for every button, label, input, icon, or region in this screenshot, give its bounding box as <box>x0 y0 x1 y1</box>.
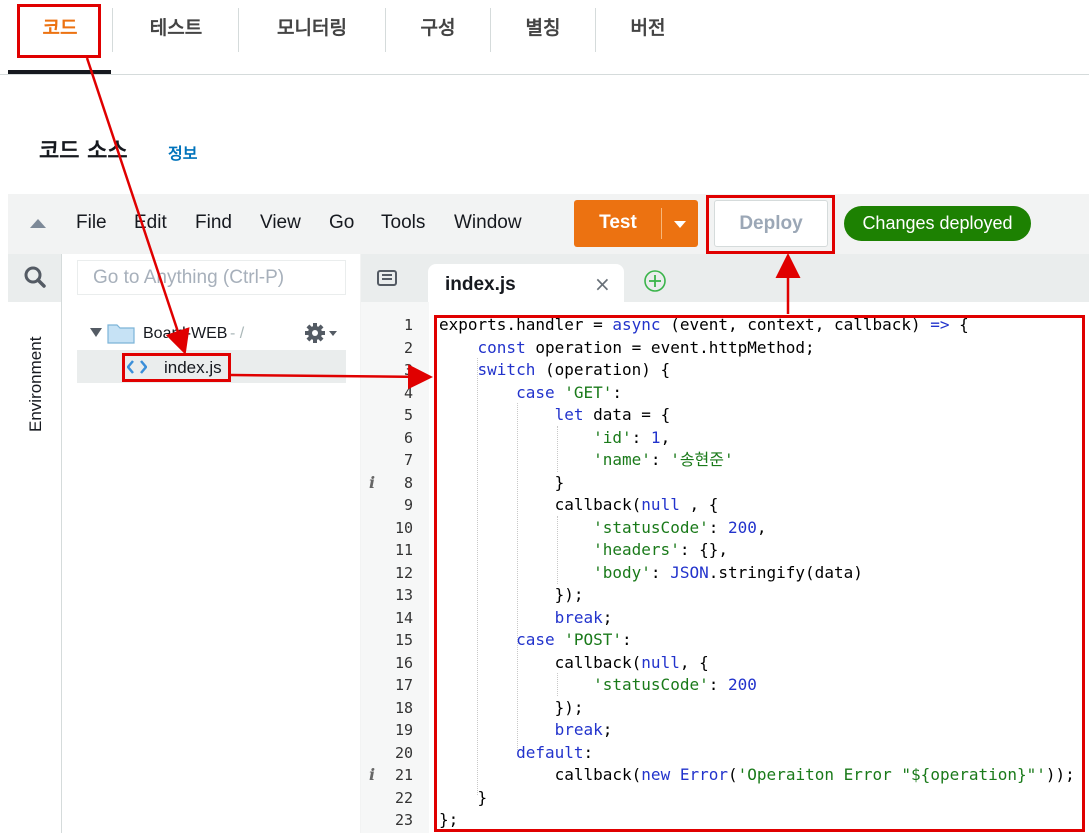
arrow-tab-to-file <box>85 57 190 355</box>
annotation-arrows <box>85 57 801 390</box>
arrow-file-to-code <box>230 364 433 390</box>
